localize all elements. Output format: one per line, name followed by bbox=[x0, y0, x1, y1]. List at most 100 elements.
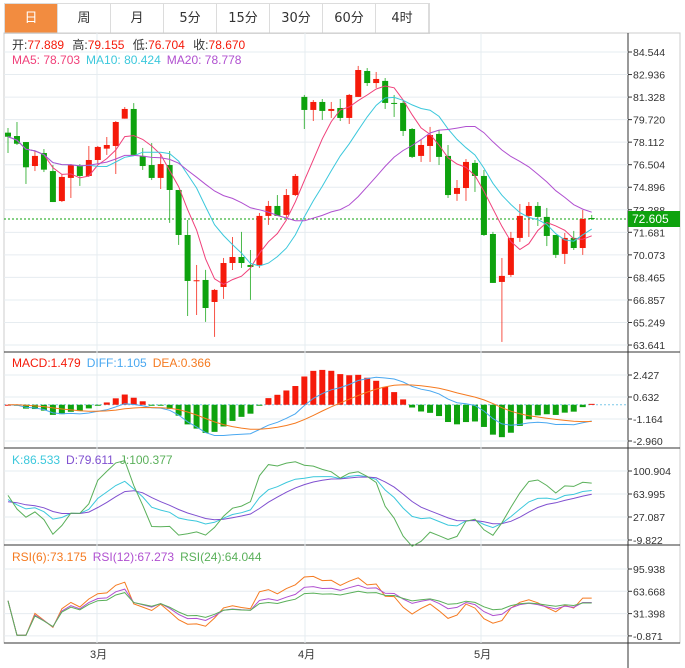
candle-body bbox=[310, 101, 317, 110]
macd-bar bbox=[319, 369, 326, 405]
macd-bar bbox=[561, 404, 568, 413]
price-tick-label: 65.249 bbox=[633, 317, 665, 329]
candle-body bbox=[319, 101, 326, 111]
x-tick-label: 5月 bbox=[474, 649, 491, 661]
rsi-tick-label: 63.668 bbox=[633, 586, 665, 598]
rsi-tick-label: -0.871 bbox=[633, 631, 663, 643]
legend-rsi: RSI(6):73.175 RSI(12):67.273 RSI(24):64.04… bbox=[12, 550, 262, 564]
candle-body bbox=[588, 218, 595, 220]
macd-bar bbox=[382, 386, 389, 405]
candle-body bbox=[229, 256, 236, 264]
macd-bar bbox=[94, 404, 101, 406]
candle-body bbox=[328, 108, 335, 111]
macd-bar bbox=[454, 404, 460, 425]
j-line bbox=[7, 460, 592, 547]
x-tick-label: 3月 bbox=[90, 649, 107, 661]
candle-body bbox=[58, 176, 65, 202]
candle-body bbox=[516, 215, 523, 238]
candle-body bbox=[103, 144, 110, 149]
macd-bar bbox=[238, 404, 245, 417]
price-tick-label: 68.465 bbox=[633, 272, 665, 284]
candle-body bbox=[112, 122, 119, 146]
macd-bar bbox=[139, 401, 146, 405]
candle-body bbox=[31, 155, 38, 167]
candle-body bbox=[211, 289, 218, 302]
macd-bar bbox=[256, 404, 263, 406]
macd-tick-label: -2.960 bbox=[633, 436, 663, 448]
macd-bar bbox=[552, 404, 559, 415]
candle-body bbox=[552, 234, 559, 255]
candle-body bbox=[534, 205, 541, 217]
candle-body bbox=[49, 171, 56, 203]
candle-body bbox=[283, 195, 290, 215]
macd-bar bbox=[292, 386, 299, 405]
price-tick-label: 78.112 bbox=[633, 137, 664, 149]
macd-bar bbox=[507, 404, 514, 433]
kdj-tick-label: 63.995 bbox=[633, 489, 665, 501]
kdj-tick-label: 100.904 bbox=[633, 466, 671, 478]
legend-kdj: K:86.533 D:79.611 J:100.377 bbox=[12, 453, 173, 467]
price-tick-label: 66.857 bbox=[633, 295, 665, 307]
macd-bar bbox=[588, 403, 595, 405]
macd-bar bbox=[445, 404, 452, 423]
price-tick-label: 82.936 bbox=[633, 70, 665, 82]
candle-body bbox=[148, 165, 155, 178]
rsi6-line bbox=[7, 575, 592, 636]
macd-bar bbox=[193, 404, 200, 429]
rsi12-line bbox=[7, 584, 592, 636]
rsi-tick-label: 95.938 bbox=[633, 564, 665, 576]
price-tick-label: 74.896 bbox=[633, 182, 665, 194]
candle-body bbox=[355, 69, 362, 97]
candle-body bbox=[292, 175, 299, 196]
macd-bar bbox=[516, 404, 523, 426]
candle-body bbox=[5, 132, 11, 137]
candle-body bbox=[157, 164, 164, 178]
macd-bar bbox=[103, 402, 110, 405]
candle-body bbox=[67, 165, 74, 178]
candle-body bbox=[139, 155, 146, 167]
candle-body bbox=[76, 166, 83, 176]
macd-bar bbox=[543, 404, 550, 415]
macd-bar bbox=[337, 374, 344, 405]
macd-bar bbox=[211, 404, 218, 432]
macd-bar bbox=[534, 404, 541, 416]
candle-body bbox=[498, 275, 505, 282]
candle-body bbox=[166, 165, 173, 190]
legend-ohlc: 开:77.889 高:79.155 低:76.704 收:78.670 bbox=[12, 37, 246, 52]
candle-body bbox=[94, 146, 101, 160]
candle-body bbox=[525, 205, 532, 216]
candle-body bbox=[193, 280, 200, 282]
macd-bar bbox=[400, 399, 407, 405]
candle-body bbox=[489, 233, 496, 283]
price-tick-label: 84.544 bbox=[633, 47, 665, 59]
candle-body bbox=[121, 108, 128, 119]
macd-bar bbox=[462, 404, 469, 423]
macd-bar bbox=[85, 404, 92, 409]
candle-body bbox=[238, 256, 245, 264]
macd-bar bbox=[409, 404, 416, 408]
candle-body bbox=[130, 108, 137, 155]
chart-widget: 日 周 月 5分 15分 30分 60分 4时 3月 4月 5月 84.544 82.9… bbox=[0, 0, 685, 668]
legend-ma: MA5: 78.703 MA10: 80.424 MA20: 78.778 bbox=[12, 53, 242, 67]
macd-bar bbox=[418, 404, 425, 412]
candle-body bbox=[364, 70, 371, 84]
legend-macd: MACD:1.479 DIFF:1.105 DEA:0.366 bbox=[12, 356, 211, 370]
candle-body bbox=[301, 96, 308, 110]
candle-body bbox=[391, 102, 398, 104]
kline-chart[interactable]: 3月 4月 5月 84.544 82.936 81.328 79.720 78.112 76.5… bbox=[0, 0, 685, 668]
ma20-line bbox=[7, 126, 592, 222]
macd-bar bbox=[436, 404, 443, 417]
macd-bar bbox=[220, 404, 227, 427]
macd-bar bbox=[283, 390, 290, 405]
price-tick-label: 70.073 bbox=[633, 250, 665, 262]
candle-body bbox=[462, 161, 469, 189]
candle-body bbox=[175, 189, 182, 235]
kdj-tick-label: 27.087 bbox=[633, 512, 665, 524]
candle-body bbox=[418, 144, 425, 156]
price-tick-label: 76.504 bbox=[633, 160, 665, 172]
macd-bar bbox=[157, 404, 164, 406]
macd-bar bbox=[67, 404, 74, 412]
candle-body bbox=[445, 155, 452, 196]
candle-body bbox=[373, 78, 380, 84]
macd-bar bbox=[274, 394, 281, 405]
